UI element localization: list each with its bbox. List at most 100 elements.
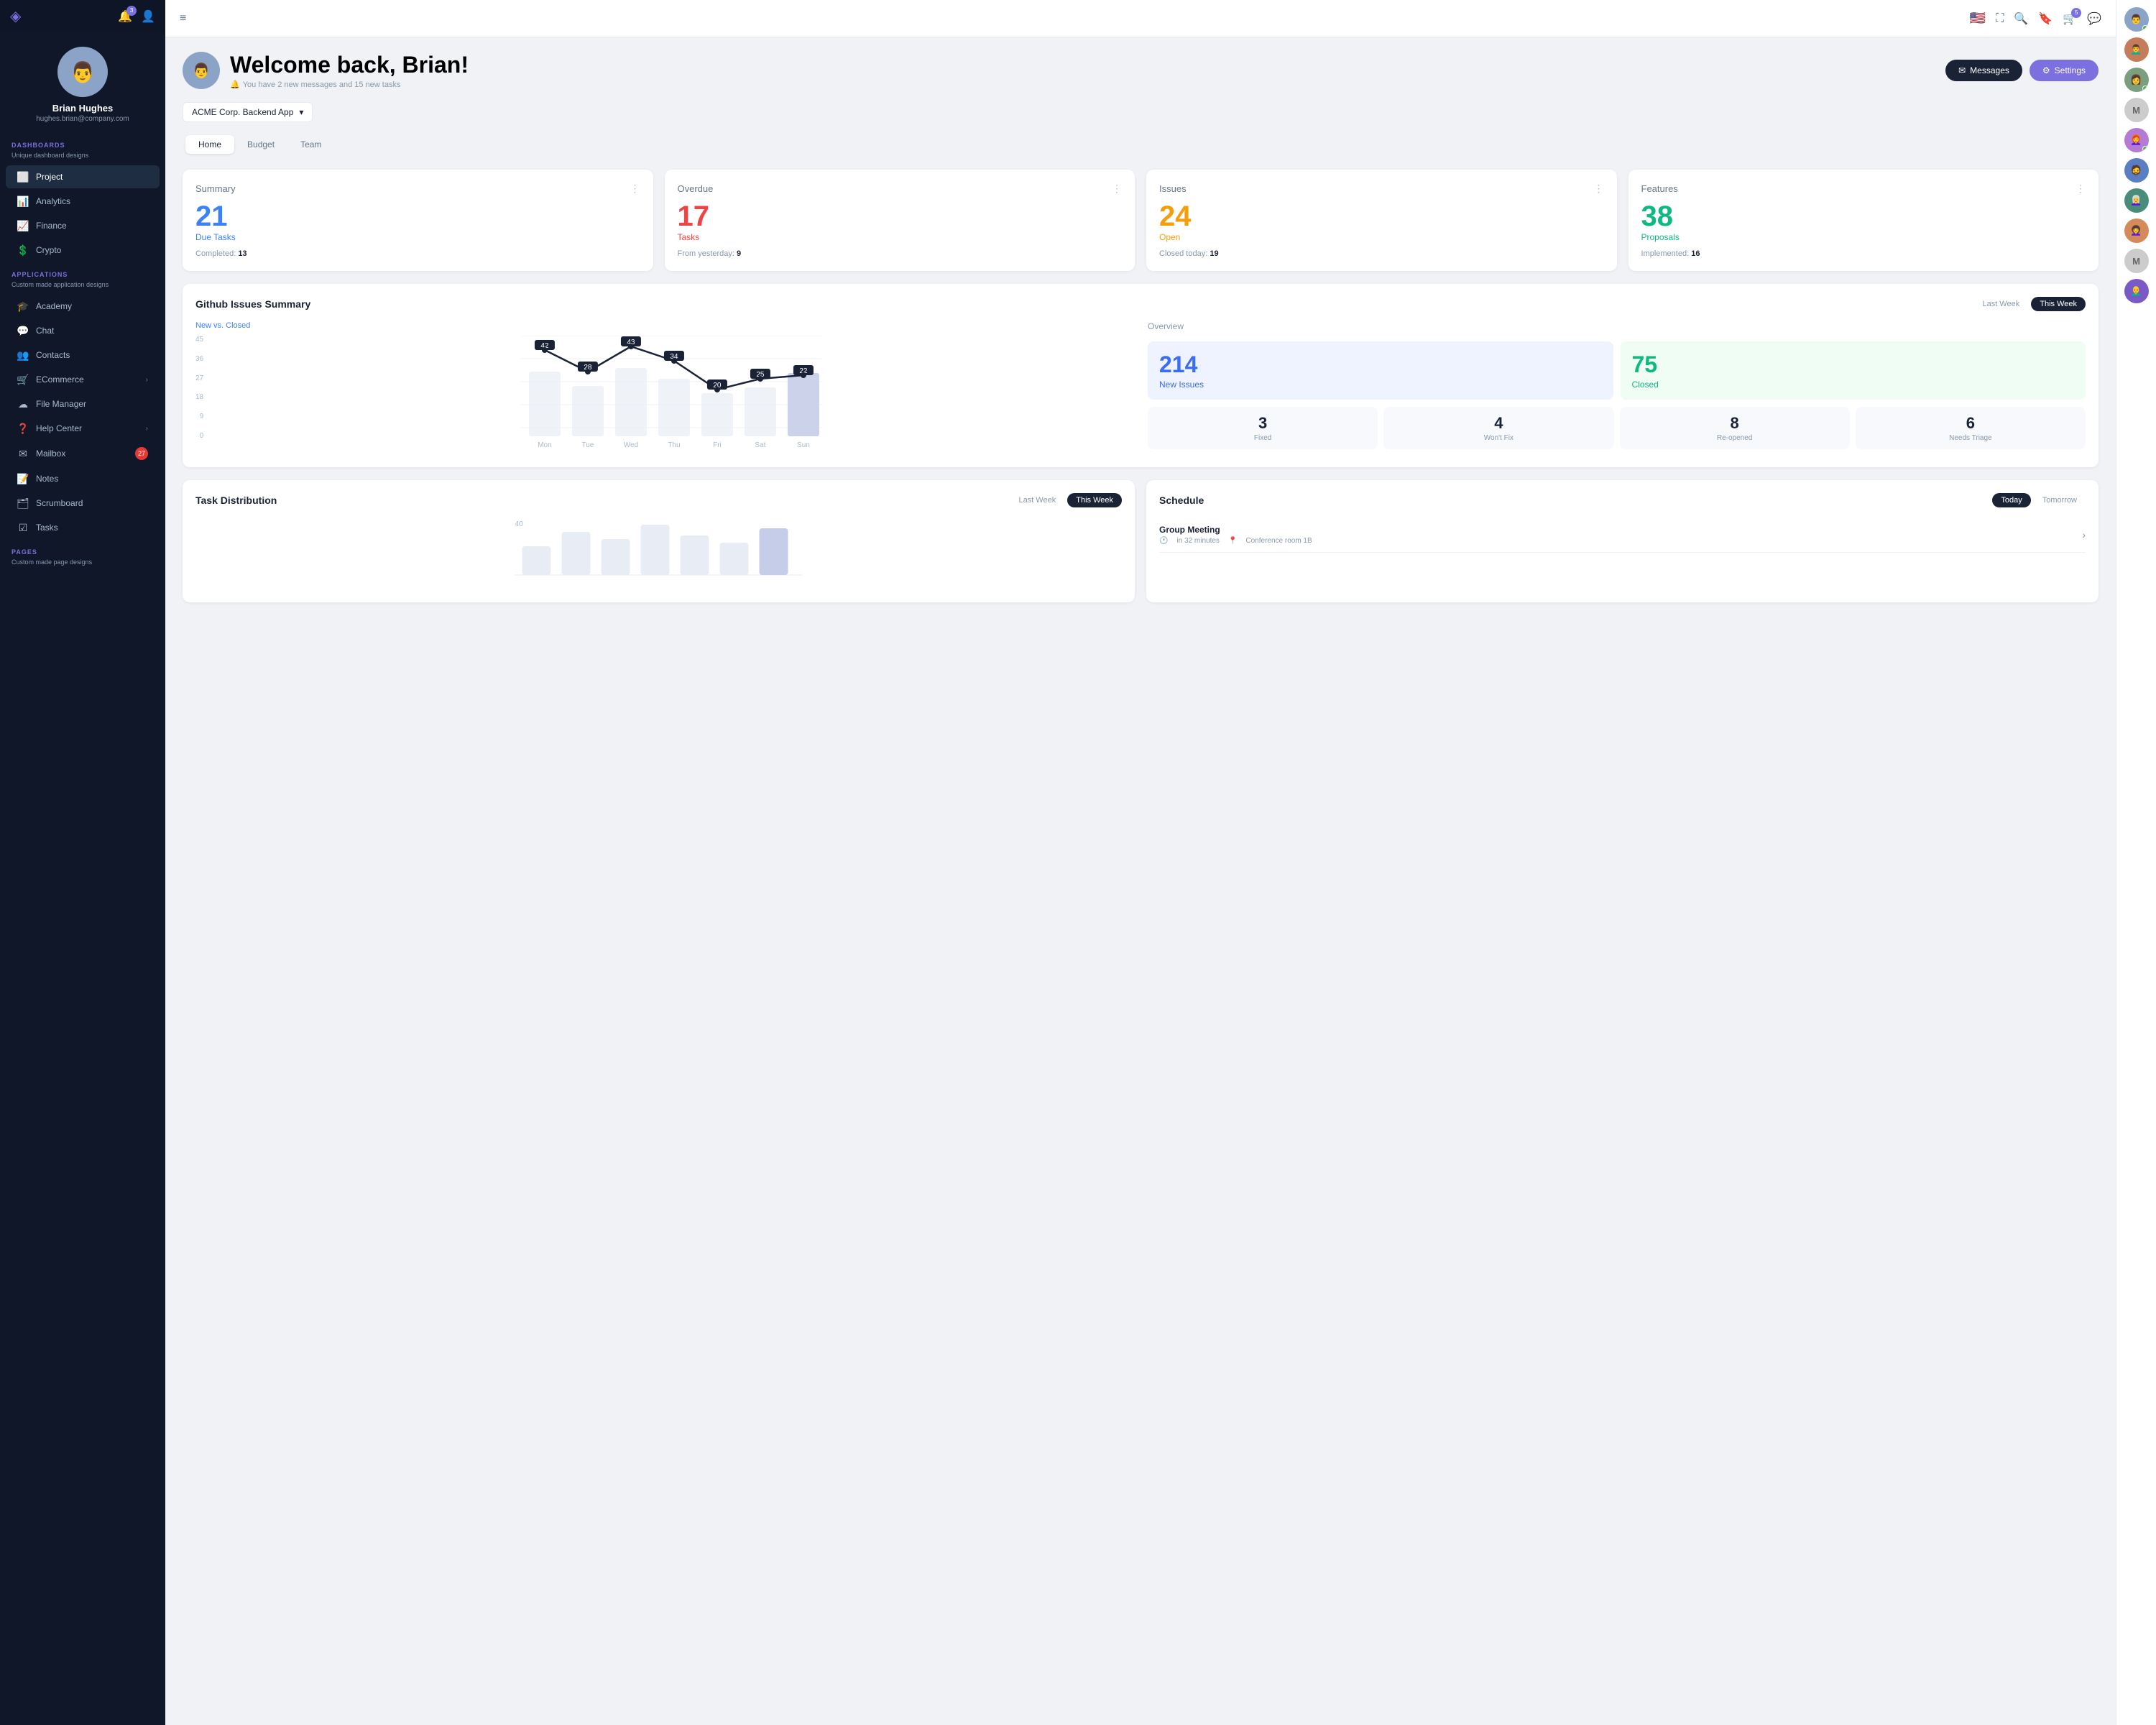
notes-icon: 📝 [17, 473, 29, 484]
online-indicator [2142, 146, 2148, 152]
right-panel-avatar-m2[interactable]: M [2124, 249, 2149, 273]
tab-team[interactable]: Team [287, 135, 334, 154]
task-distribution-card: Task Distribution Last Week This Week [183, 480, 1135, 602]
project-selector[interactable]: ACME Corp. Backend App ▾ [183, 102, 313, 122]
github-card-title: Github Issues Summary [195, 298, 310, 310]
right-panel-avatar-4[interactable]: 👩‍🦰 [2124, 128, 2149, 152]
right-panel-avatar-8[interactable]: 👨‍🦲 [2124, 279, 2149, 303]
sidebar-item-scrumboard[interactable]: 🗂 Scrumboard [6, 492, 160, 515]
sidebar-item-filemanager[interactable]: ☁ File Manager [6, 392, 160, 415]
welcome-header: 👨 Welcome back, Brian! 🔔 You have 2 new … [183, 52, 2099, 89]
sidebar-top: ◈ 🔔 3 👤 [0, 0, 165, 32]
sidebar-item-finance[interactable]: 📈 Finance [6, 214, 160, 237]
stat-menu-summary[interactable]: ⋮ [630, 183, 640, 195]
user-circle-icon[interactable]: 👤 [141, 9, 155, 24]
stat-menu-issues[interactable]: ⋮ [1594, 183, 1604, 195]
app-logo[interactable]: ◈ [10, 7, 21, 25]
svg-text:Sun: Sun [797, 441, 810, 449]
svg-text:Mon: Mon [538, 441, 551, 449]
svg-text:Wed: Wed [624, 441, 638, 449]
overview-label: Overview [1148, 321, 2086, 331]
schedule-today-btn[interactable]: Today [1992, 493, 2030, 507]
sidebar-item-crypto[interactable]: 💲 Crypto [6, 239, 160, 262]
bookmark-icon[interactable]: 🔖 [2038, 12, 2053, 26]
helpcenter-icon: ❓ [17, 423, 29, 434]
closed-label: Closed [1632, 380, 2075, 390]
right-panel-avatar-5[interactable]: 🧔 [2124, 158, 2149, 183]
settings-button[interactable]: ⚙ Settings [2030, 60, 2099, 81]
new-issues-card: 214 New Issues [1148, 341, 1613, 400]
right-panel-avatar-7[interactable]: 👩‍🦱 [2124, 218, 2149, 243]
tab-home[interactable]: Home [185, 135, 234, 154]
closed-count: 75 [1632, 351, 2075, 378]
right-panel-avatar-6[interactable]: 👩‍🦳 [2124, 188, 2149, 213]
right-panel-avatar-m1[interactable]: M [2124, 98, 2149, 122]
sidebar-item-helpcenter[interactable]: ❓ Help Center › [6, 417, 160, 440]
stat-label-overdue: Tasks [678, 232, 1123, 242]
chevron-right-icon[interactable]: › [2082, 529, 2086, 540]
stat-card-features: Features ⋮ 38 Proposals Implemented: 16 [1628, 170, 2099, 271]
welcome-text: Welcome back, Brian! 🔔 You have 2 new me… [230, 52, 469, 89]
sidebar-item-contacts[interactable]: 👥 Contacts [6, 344, 160, 367]
stat-menu-features[interactable]: ⋮ [2076, 183, 2086, 195]
stat-menu-overdue[interactable]: ⋮ [1112, 183, 1122, 195]
github-last-week-btn[interactable]: Last Week [1973, 297, 2028, 311]
user-name: Brian Hughes [52, 103, 114, 114]
flag-icon[interactable]: 🇺🇸 [1970, 11, 1986, 26]
user-email: hughes.brian@company.com [36, 115, 129, 123]
user-profile: 👨 Brian Hughes hughes.brian@company.com [0, 32, 165, 133]
tab-budget[interactable]: Budget [234, 135, 287, 154]
stat-card-summary: Summary ⋮ 21 Due Tasks Completed: 13 [183, 170, 653, 271]
search-icon[interactable]: 🔍 [2014, 12, 2028, 26]
task-dist-this-week-btn[interactable]: This Week [1067, 493, 1122, 507]
menu-icon[interactable]: ≡ [180, 12, 186, 25]
stat-number-features: 38 [1641, 202, 2086, 231]
sidebar-item-label: Mailbox [36, 448, 65, 459]
topbar-left: ≡ [180, 12, 186, 25]
sidebar-item-tasks[interactable]: ☑ Tasks [6, 516, 160, 539]
sidebar-item-label: Chat [36, 326, 54, 336]
fullscreen-icon[interactable]: ⛶ [1996, 12, 2004, 25]
main-tabs: Home Budget Team [183, 132, 337, 157]
stat-card-overdue: Overdue ⋮ 17 Tasks From yesterday: 9 [665, 170, 1135, 271]
stat-footer-summary: Completed: 13 [195, 249, 640, 258]
right-panel-avatar-3[interactable]: 👩 [2124, 68, 2149, 92]
stat-footer-overdue: From yesterday: 9 [678, 249, 1123, 258]
sidebar-item-analytics[interactable]: 📊 Analytics [6, 190, 160, 213]
messages-button[interactable]: ✉ Messages [1945, 60, 2022, 81]
online-indicator [2142, 86, 2148, 91]
stat-title-features: Features [1641, 183, 1678, 194]
cart-icon-container[interactable]: 🛒 5 [2063, 12, 2077, 26]
github-chart: New vs. Closed 45 36 27 18 9 0 [195, 321, 1133, 454]
filemanager-icon: ☁ [17, 398, 29, 410]
sidebar-item-academy[interactable]: 🎓 Academy [6, 295, 160, 318]
github-issues-card: Github Issues Summary Last Week This Wee… [183, 284, 2099, 467]
sidebar-item-project[interactable]: ⬜ Project [6, 165, 160, 188]
sidebar-item-mailbox[interactable]: ✉ Mailbox 27 [6, 441, 160, 466]
github-this-week-btn[interactable]: This Week [2031, 297, 2086, 311]
right-panel-avatar-1[interactable]: 👨 [2124, 7, 2149, 32]
topbar-chat-icon[interactable]: 💬 [2087, 12, 2101, 26]
notification-icon[interactable]: 🔔 3 [118, 9, 132, 24]
closed-issues-card: 75 Closed [1621, 341, 2086, 400]
schedule-tomorrow-btn[interactable]: Tomorrow [2034, 493, 2086, 507]
stat-card-issues: Issues ⋮ 24 Open Closed today: 19 [1146, 170, 1617, 271]
schedule-card: Schedule Today Tomorrow Group Meeting 🕐 … [1146, 480, 2099, 602]
sidebar-item-ecommerce[interactable]: 🛒 ECommerce › [6, 368, 160, 391]
applications-sub-label: Custom made application designs [0, 281, 165, 294]
right-panel-avatar-2[interactable]: 👨‍🦱 [2124, 37, 2149, 62]
ecommerce-icon: 🛒 [17, 374, 29, 385]
sidebar-item-label: Project [36, 172, 63, 182]
stat-number-summary: 21 [195, 202, 640, 231]
sidebar-item-chat[interactable]: 💬 Chat [6, 319, 160, 342]
schedule-toggle: Today Tomorrow [1992, 493, 2086, 507]
clock-icon: 🕐 [1159, 537, 1168, 545]
task-dist-last-week-btn[interactable]: Last Week [1010, 493, 1064, 507]
welcome-title: Welcome back, Brian! [230, 52, 469, 78]
schedule-item-title: Group Meeting [1159, 525, 1312, 535]
project-selector-label: ACME Corp. Backend App [192, 107, 293, 117]
location-icon: 📍 [1228, 537, 1237, 545]
task-dist-week-toggle: Last Week This Week [1010, 493, 1122, 507]
sidebar-item-notes[interactable]: 📝 Notes [6, 467, 160, 490]
overview-top: 214 New Issues 75 Closed [1148, 341, 2086, 400]
